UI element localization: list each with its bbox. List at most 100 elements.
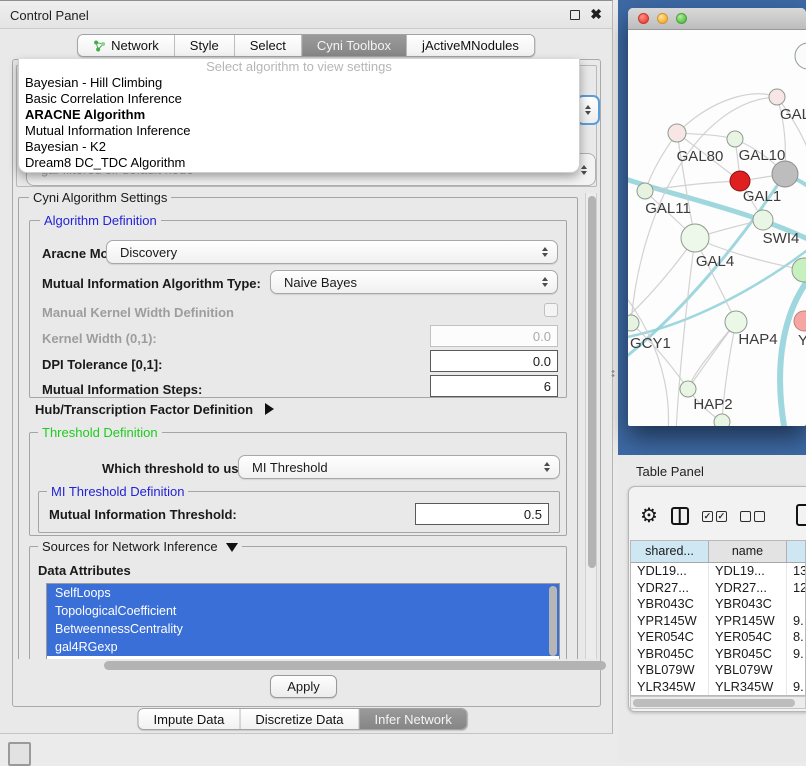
table-row[interactable]: YBR045CYBR045C9. [631, 646, 805, 663]
table-row[interactable]: YLR345WYLR345W9. [631, 679, 805, 696]
aracne-mode-value: Discovery [120, 245, 177, 260]
tab-cyni-toolbox[interactable]: Cyni Toolbox [302, 35, 407, 56]
select-all-icon[interactable]: ✓ ✓ [702, 511, 727, 522]
table-row[interactable]: YDR27...YDR27...12 [631, 580, 805, 597]
function-builder-icon[interactable] [796, 504, 806, 526]
network-edge[interactable] [628, 292, 669, 426]
tab-label: Style [190, 38, 219, 53]
attribute-item[interactable]: gal4RGexp [47, 638, 559, 656]
algorithm-option[interactable]: Dream8 DC_TDC Algorithm [19, 155, 579, 171]
network-node[interactable] [628, 315, 639, 331]
settings-horizontal-scrollbar[interactable] [14, 660, 598, 672]
tab-select[interactable]: Select [235, 35, 302, 56]
network-node[interactable] [727, 131, 743, 147]
network-node[interactable] [637, 183, 653, 199]
algorithm-option[interactable]: Bayesian - Hill Climbing [19, 75, 579, 91]
network-node[interactable] [769, 89, 785, 105]
close-traffic-light[interactable] [638, 13, 649, 24]
network-node[interactable] [794, 311, 806, 331]
attribute-item[interactable]: SelfLoops [47, 584, 559, 602]
network-window-titlebar[interactable] [628, 8, 806, 30]
attribute-item[interactable]: BetweennessCentrality [47, 620, 559, 638]
algorithm-option[interactable]: Bayesian - K2 [19, 139, 579, 155]
data-attributes-label: Data Attributes [38, 563, 131, 578]
table-body: YDL19...YDL19...13YDR27...YDR27...12YBR0… [631, 563, 805, 696]
network-canvas[interactable]: GALGAL80GAL10GAL11GAL1SWI4GAL4GCY1HAP4YH… [628, 30, 806, 426]
node-table[interactable]: shared...name YDL19...YDL19...13YDR27...… [630, 540, 806, 696]
network-node[interactable] [725, 311, 747, 333]
split-pane-grip[interactable] [611, 369, 615, 378]
network-node[interactable] [681, 224, 709, 252]
manual-kernel-checkbox[interactable] [544, 303, 558, 317]
which-threshold-combo[interactable]: MI Threshold [238, 455, 560, 479]
tab-infer-network[interactable]: Infer Network [360, 709, 467, 729]
network-node[interactable] [772, 161, 798, 187]
tab-jactivemnodules[interactable]: jActiveMNodules [407, 35, 534, 56]
table-cell: 8. [787, 629, 806, 646]
settings-vertical-scrollbar[interactable] [585, 193, 597, 659]
kernel-width-field[interactable]: 0.0 [430, 325, 558, 347]
network-node[interactable] [792, 258, 806, 282]
network-node[interactable] [753, 210, 773, 230]
deselect-all-icon[interactable] [740, 511, 765, 522]
algorithm-option[interactable]: Mutual Information Inference [19, 123, 579, 139]
list-scrollbar-thumb[interactable] [549, 586, 557, 656]
algorithm-option[interactable]: Basic Correlation Inference [19, 91, 579, 107]
apply-button[interactable]: Apply [270, 675, 337, 698]
column-header[interactable]: name [709, 541, 787, 562]
close-icon[interactable]: ✖ [590, 6, 602, 22]
network-edge[interactable] [676, 238, 695, 426]
tab-label: Network [111, 38, 159, 53]
control-panel-titlebar[interactable]: Control Panel ✖ [0, 1, 612, 29]
column-header[interactable]: shared... [631, 541, 709, 562]
network-edge[interactable] [677, 94, 777, 133]
table-row[interactable]: YDL19...YDL19...13 [631, 563, 805, 580]
mi-steps-label: Mutual Information Steps: [42, 382, 202, 397]
zoom-traffic-light[interactable] [676, 13, 687, 24]
table-cell: YDR27... [631, 580, 709, 597]
table-row[interactable]: YBL079WYBL079W [631, 662, 805, 679]
mi-steps-field[interactable]: 6 [430, 375, 558, 397]
network-view-window[interactable]: GALGAL80GAL10GAL11GAL1SWI4GAL4GCY1HAP4YH… [628, 8, 806, 426]
mi-threshold-title: MI Threshold Definition [47, 484, 188, 499]
network-node-label: GAL11 [645, 200, 691, 217]
tab-network[interactable]: Network [78, 35, 175, 56]
popup-placeholder: Select algorithm to view settings [19, 59, 579, 75]
threshold-definition-group: Threshold Definition Which threshold to … [29, 432, 567, 536]
mi-type-combo[interactable]: Naive Bayes [270, 270, 558, 294]
network-node[interactable] [714, 414, 730, 426]
network-edge[interactable] [645, 133, 677, 191]
tab-impute-data[interactable]: Impute Data [139, 709, 241, 729]
mi-threshold-field[interactable]: 0.5 [415, 503, 549, 525]
table-row[interactable]: YPR145WYPR145W9. [631, 613, 805, 630]
sources-toggle[interactable]: Sources for Network Inference [38, 539, 242, 554]
table-row[interactable]: YER054CYER054C8. [631, 629, 805, 646]
network-edge[interactable] [688, 322, 736, 389]
column-view-icon[interactable] [671, 507, 689, 525]
table-cell: YBL079W [709, 662, 787, 679]
scrollbar-thumb[interactable] [633, 699, 795, 707]
network-node[interactable] [680, 381, 696, 397]
gear-icon[interactable]: ⚙ [640, 505, 658, 527]
tab-style[interactable]: Style [175, 35, 235, 56]
collapsed-arrow-icon [265, 403, 274, 415]
hub-definition-toggle[interactable]: Hub/Transcription Factor Definition [35, 402, 274, 417]
scrollbar-thumb[interactable] [104, 661, 606, 670]
network-edge[interactable] [628, 238, 695, 322]
float-window-icon[interactable] [570, 10, 580, 20]
table-horizontal-scrollbar[interactable] [630, 696, 806, 709]
dpi-tolerance-field[interactable]: 0.0 [430, 350, 558, 372]
algorithm-option[interactable]: ARACNE Algorithm [19, 107, 579, 123]
table-row[interactable]: YBR043CYBR043C [631, 596, 805, 613]
scrollbar-thumb[interactable] [588, 196, 596, 568]
column-header[interactable] [787, 541, 806, 562]
minimize-traffic-light[interactable] [657, 13, 668, 24]
attribute-item[interactable]: TopologicalCoefficient [47, 602, 559, 620]
table-panel-title: Table Panel [636, 464, 704, 479]
minimized-panel-icon[interactable] [8, 742, 31, 766]
data-attributes-list[interactable]: SelfLoopsTopologicalCoefficientBetweenne… [46, 583, 560, 659]
aracne-mode-combo[interactable]: Discovery [106, 240, 558, 264]
network-node[interactable] [795, 43, 806, 69]
network-node[interactable] [668, 124, 686, 142]
tab-discretize-data[interactable]: Discretize Data [240, 709, 359, 729]
